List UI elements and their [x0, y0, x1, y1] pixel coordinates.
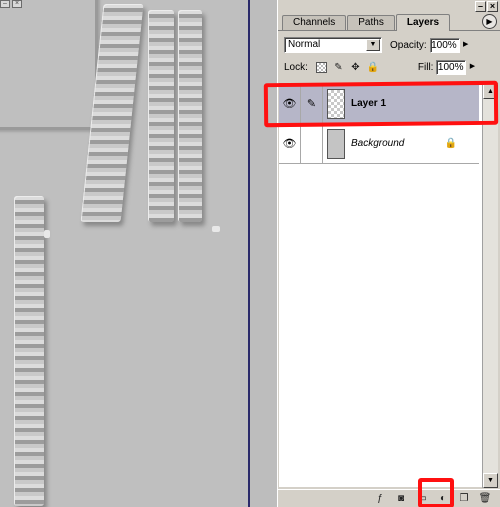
- link-cell[interactable]: [301, 124, 323, 163]
- layers-palette: – × Channels Paths Layers ▶ Normal ▼ Opa…: [277, 0, 500, 507]
- trash-icon[interactable]: 🗑: [478, 492, 492, 505]
- blend-row: Normal ▼ Opacity: 100% ▶: [278, 34, 500, 56]
- lock-options: ✎ ✥ 🔒: [315, 61, 379, 73]
- texture-speck: [44, 230, 50, 238]
- layer-row-background[interactable]: 👁 Background 🔒: [279, 124, 479, 164]
- layers-list: 👁 ✎ Layer 1 👁 Background 🔒 ▲ ▼: [279, 83, 498, 488]
- blend-mode-value: Normal: [288, 39, 321, 50]
- fill-field[interactable]: 100%: [436, 59, 467, 75]
- eye-icon[interactable]: 👁: [279, 124, 301, 163]
- embossed-column: [14, 196, 44, 506]
- lock-all-icon[interactable]: 🔒: [367, 62, 379, 73]
- palette-close-icon[interactable]: ×: [487, 1, 498, 12]
- opacity-field[interactable]: 100%: [429, 37, 460, 53]
- layer-style-icon[interactable]: ƒ: [373, 492, 387, 505]
- lock-icon: 🔒: [444, 138, 457, 149]
- tab-channels[interactable]: Channels: [282, 15, 347, 30]
- add-mask-icon[interactable]: ◙: [394, 492, 408, 505]
- layer-thumbnail: [327, 88, 345, 119]
- opacity-slider-icon[interactable]: ▶: [461, 38, 471, 53]
- lock-label: Lock:: [284, 61, 308, 73]
- embossed-rectangle: [0, 0, 98, 130]
- blend-mode-select[interactable]: Normal ▼: [284, 37, 382, 53]
- palette-minimize-icon[interactable]: –: [475, 1, 486, 12]
- layer-name: Layer 1: [351, 98, 387, 109]
- eye-icon[interactable]: 👁: [279, 84, 301, 123]
- layer-row-layer-1[interactable]: 👁 ✎ Layer 1: [279, 84, 479, 124]
- texture-speck: [212, 226, 220, 232]
- opacity-label: Opacity:: [390, 39, 427, 51]
- lock-image-brush-icon[interactable]: ✎: [333, 62, 344, 73]
- scroll-down-icon[interactable]: ▼: [483, 473, 498, 488]
- scroll-up-icon[interactable]: ▲: [483, 84, 498, 99]
- tab-paths[interactable]: Paths: [347, 15, 395, 30]
- layer-name: Background: [351, 138, 405, 149]
- fill-label: Fill:: [417, 61, 434, 73]
- new-set-icon[interactable]: ▭: [415, 492, 429, 505]
- lock-row: Lock: ✎ ✥ 🔒 Fill: 100% ▶: [278, 56, 500, 78]
- new-layer-icon[interactable]: ❐: [457, 492, 471, 505]
- adjustment-layer-icon[interactable]: ◐: [436, 492, 450, 505]
- lock-transparency-icon[interactable]: [315, 61, 327, 73]
- lock-position-move-icon[interactable]: ✥: [350, 62, 361, 73]
- palette-bottom-bar: ƒ ◙ ▭ ◐ ❐ 🗑: [278, 489, 500, 507]
- embossed-column: [178, 10, 202, 222]
- fill-slider-icon[interactable]: ▶: [467, 60, 477, 75]
- tab-layers[interactable]: Layers: [395, 14, 451, 31]
- palette-titlebar: – ×: [278, 0, 500, 13]
- palette-tabs: Channels Paths Layers ▶: [278, 13, 500, 31]
- workspace-background: [250, 0, 276, 507]
- embossed-column: [148, 10, 174, 222]
- layers-scrollbar[interactable]: ▲ ▼: [482, 84, 498, 488]
- chevron-down-icon[interactable]: ▼: [366, 39, 380, 51]
- brush-icon[interactable]: ✎: [301, 84, 323, 123]
- document-canvas[interactable]: – ×: [0, 0, 250, 507]
- palette-menu-icon[interactable]: ▶: [482, 14, 497, 29]
- layer-thumbnail: [327, 128, 345, 159]
